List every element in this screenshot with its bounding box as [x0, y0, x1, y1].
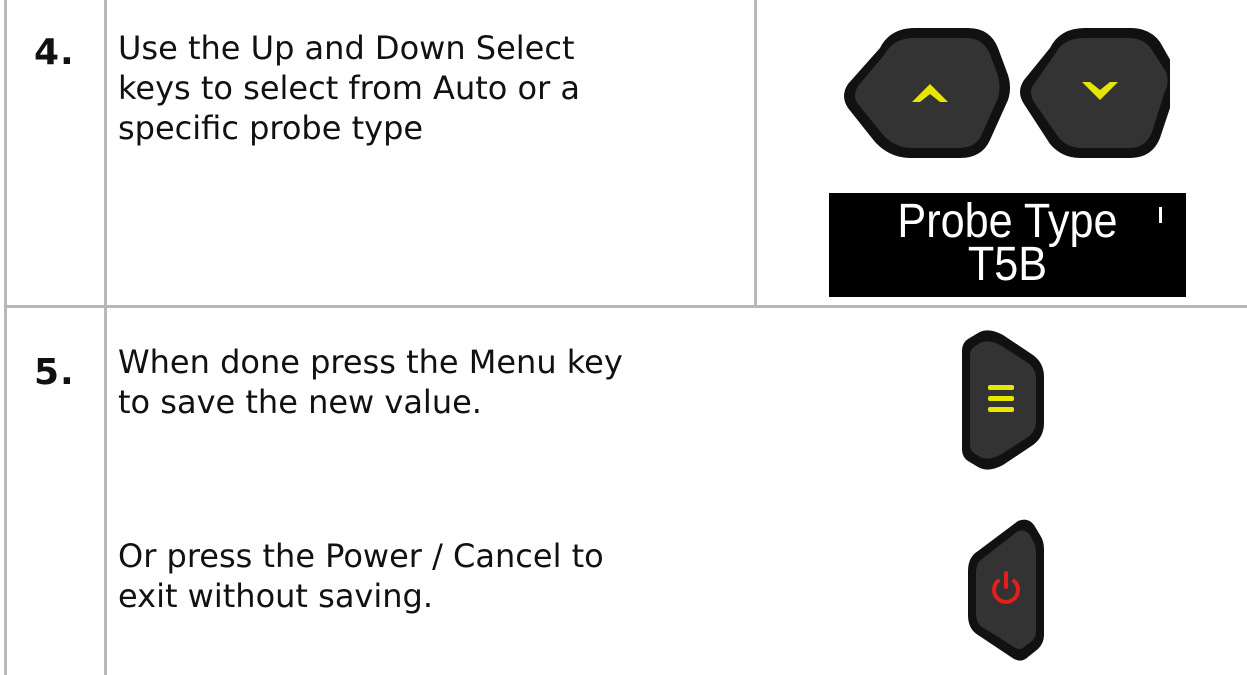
step-instruction-line: Or press the Power / Cancel to [118, 537, 604, 575]
lcd-line-2: T5B [967, 238, 1048, 291]
down-arrow-key[interactable] [1020, 28, 1170, 158]
step-instruction-line: Use the Up and Down Select [118, 29, 575, 67]
step-instruction-line: specific probe type [118, 109, 424, 147]
step-instruction-line: to save the new value. [118, 383, 482, 421]
step-instruction-alt: Or press the Power / Cancel to exit with… [118, 536, 718, 616]
power-cancel-key[interactable] [964, 515, 1054, 665]
table-left-border [4, 0, 7, 675]
step-instruction-line: When done press the Menu key [118, 343, 623, 381]
table-row-divider [4, 305, 1247, 308]
lcd-cursor [1159, 207, 1162, 223]
step-instruction-line: keys to select from Auto or a [118, 69, 581, 107]
step-number: 4. [34, 32, 75, 73]
table-column-divider-2 [754, 0, 757, 306]
step-instruction-line: exit without saving. [118, 577, 434, 615]
menu-icon [988, 385, 1014, 412]
step-instruction: When done press the Menu key to save the… [118, 342, 718, 422]
up-down-keys [844, 28, 1170, 158]
table-column-divider-1 [104, 0, 107, 675]
up-arrow-key[interactable] [844, 28, 1010, 158]
instruction-table: 4. Use the Up and Down Select keys to se… [0, 0, 1247, 675]
menu-key[interactable] [958, 325, 1048, 475]
step-number: 5. [34, 352, 75, 393]
lcd-display: Probe Type T5B [829, 193, 1186, 297]
step-instruction: Use the Up and Down Select keys to selec… [118, 28, 718, 148]
